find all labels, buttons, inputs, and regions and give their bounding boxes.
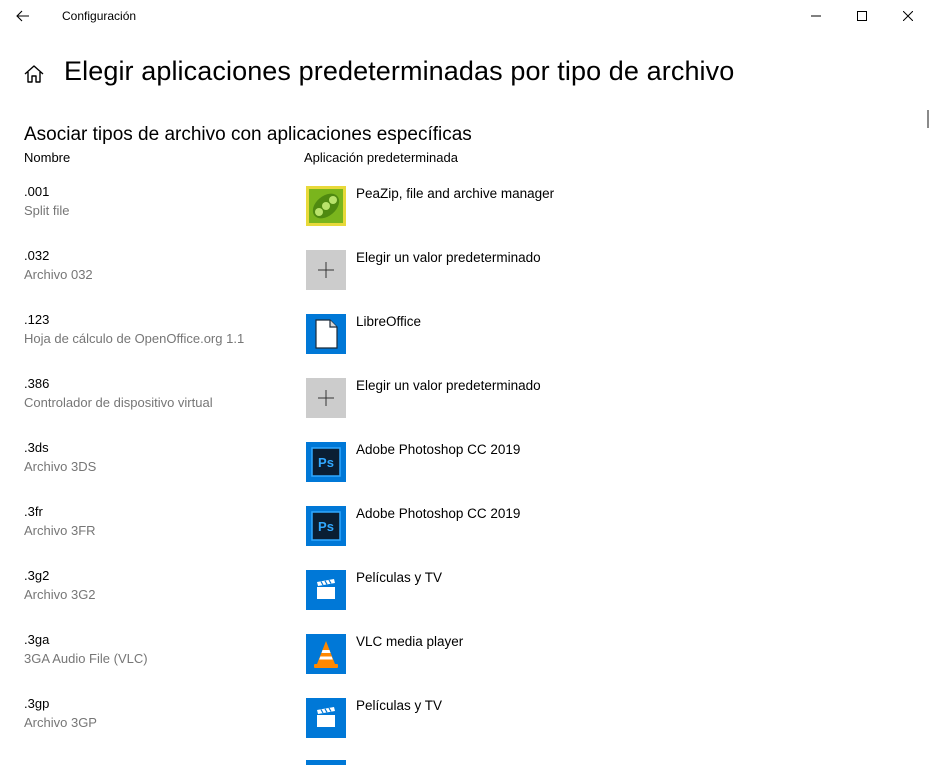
file-description: Archivo 3GP — [24, 715, 97, 730]
default-app-button[interactable] — [306, 698, 346, 738]
file-extension: .032 — [24, 248, 50, 263]
libreoffice-icon — [315, 319, 338, 349]
close-button[interactable] — [885, 0, 931, 32]
arrow-left-icon — [16, 10, 29, 22]
minimize-button[interactable] — [793, 0, 839, 32]
choose-default-button[interactable] — [306, 250, 346, 290]
default-app-name[interactable]: VLC media player — [356, 634, 463, 649]
list-item: .001 Split file PeaZip, file and archive… — [0, 184, 920, 248]
vlc-icon — [314, 641, 338, 668]
page-title: Elegir aplicaciones predeterminadas por … — [64, 56, 735, 86]
list-item: .3ga 3GA Audio File (VLC) VLC media play… — [0, 632, 920, 696]
svg-text:Ps: Ps — [318, 519, 334, 534]
plus-icon — [318, 262, 334, 278]
default-app-name[interactable]: Elegir un valor predeterminado — [356, 378, 541, 393]
list-item: .123 Hoja de cálculo de OpenOffice.org 1… — [0, 312, 920, 376]
default-app-name[interactable]: Películas y TV — [356, 570, 442, 585]
list-item: .3ds Archivo 3DS Ps Adobe Photoshop CC 2… — [0, 440, 920, 504]
file-extension: .123 — [24, 312, 50, 327]
home-icon[interactable] — [22, 62, 46, 86]
movies-tv-icon — [317, 579, 335, 599]
default-app-button[interactable] — [306, 186, 346, 226]
file-description: Split file — [24, 203, 70, 218]
list-item: .032 Archivo 032 Elegir un valor predete… — [0, 248, 920, 312]
file-extension: .386 — [24, 376, 50, 391]
default-app-name[interactable]: Películas y TV — [356, 698, 442, 713]
default-app-button[interactable] — [306, 760, 346, 765]
default-app-name[interactable]: Adobe Photoshop CC 2019 — [356, 442, 520, 457]
scrollbar-thumb[interactable] — [927, 110, 929, 128]
peazip-icon — [306, 186, 346, 226]
window-title: Configuración — [62, 9, 137, 23]
plus-icon — [318, 390, 334, 406]
svg-text:Ps: Ps — [318, 455, 334, 470]
file-description: Archivo 032 — [24, 267, 93, 282]
list-item-partial — [0, 758, 920, 765]
file-description: Controlador de dispositivo virtual — [24, 395, 213, 410]
back-button[interactable] — [0, 0, 46, 32]
title-bar: Configuración — [0, 0, 931, 32]
file-description: Archivo 3DS — [24, 459, 97, 474]
default-app-name[interactable]: Elegir un valor predeterminado — [356, 250, 541, 265]
maximize-button[interactable] — [839, 0, 885, 32]
movies-tv-icon — [317, 707, 335, 727]
file-extension: .3gp — [24, 696, 50, 711]
minimize-icon — [811, 15, 821, 17]
default-app-button[interactable] — [306, 634, 346, 674]
list-item: .3fr Archivo 3FR Ps Adobe Photoshop CC 2… — [0, 504, 920, 568]
file-description: Archivo 3FR — [24, 523, 96, 538]
file-description: Archivo 3G2 — [24, 587, 96, 602]
default-app-button[interactable] — [306, 570, 346, 610]
list-item: .386 Controlador de dispositivo virtual … — [0, 376, 920, 440]
close-icon — [903, 11, 913, 21]
column-header-app: Aplicación predeterminada — [304, 150, 458, 165]
file-extension: .001 — [24, 184, 50, 199]
default-app-name[interactable]: Adobe Photoshop CC 2019 — [356, 506, 520, 521]
photoshop-icon: Ps — [311, 447, 341, 477]
default-app-name[interactable]: PeaZip, file and archive manager — [356, 186, 554, 201]
file-description: 3GA Audio File (VLC) — [24, 651, 148, 666]
list-item: .3gp Archivo 3GP Películas y TV — [0, 696, 920, 760]
file-extension: .3g2 — [24, 568, 50, 583]
file-description: Hoja de cálculo de OpenOffice.org 1.1 — [24, 331, 245, 346]
photoshop-icon: Ps — [311, 511, 341, 541]
file-extension: .3ga — [24, 632, 50, 647]
file-extension: .3fr — [24, 504, 43, 519]
default-app-name[interactable]: LibreOffice — [356, 314, 421, 329]
default-app-button[interactable]: Ps — [306, 506, 346, 546]
section-title: Asociar tipos de archivo con aplicacione… — [24, 124, 472, 145]
maximize-icon — [857, 11, 867, 21]
choose-default-button[interactable] — [306, 378, 346, 418]
file-extension: .3ds — [24, 440, 49, 455]
default-app-button[interactable] — [306, 314, 346, 354]
column-header-name: Nombre — [24, 150, 71, 165]
list-item: .3g2 Archivo 3G2 Películas y TV — [0, 568, 920, 632]
default-app-button[interactable]: Ps — [306, 442, 346, 482]
